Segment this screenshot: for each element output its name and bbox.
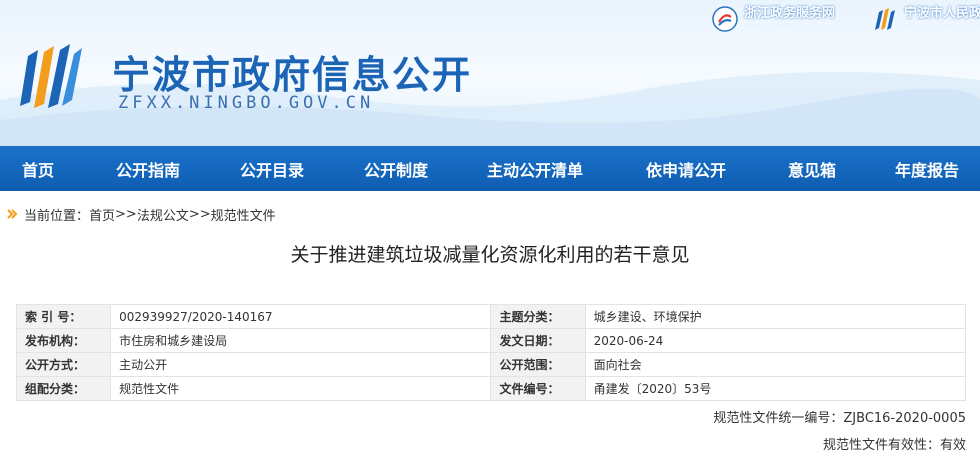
info-value: 面向社会: [584, 352, 967, 377]
ningbo-logo-icon: [20, 44, 82, 108]
site-banner: 宁波市政府信息公开 ZFXX.NINGBO.GOV.CN 浙江政务服务网 www…: [0, 0, 980, 146]
site-domain: ZFXX.NINGBO.GOV.CN: [118, 93, 375, 113]
nav-item-request[interactable]: 依申请公开: [646, 146, 726, 191]
breadcrumb-separator: >>: [188, 206, 211, 222]
info-value: 规范性文件: [110, 376, 492, 401]
zhejiang-service-logo-icon: [712, 6, 738, 32]
info-value: 2020-06-24: [584, 328, 967, 353]
table-row: 发布机构： 市住房和城乡建设局 发文日期： 2020-06-24: [15, 328, 967, 353]
ningbo-government-link[interactable]: 宁波市人民政府 www.ningbo.gov.cn: [872, 4, 980, 34]
breadcrumb-arrow-icon: [7, 209, 18, 219]
main-nav: 首页 公开指南 公开目录 公开制度 主动公开清单 依申请公开 意见箱 年度报告: [0, 146, 980, 191]
info-value: 主动公开: [110, 352, 492, 377]
breadcrumb-normative-docs[interactable]: 规范性文件: [211, 205, 276, 224]
nav-item-feedback[interactable]: 意见箱: [788, 146, 836, 191]
table-row: 公开方式： 主动公开 公开范围： 面向社会: [15, 352, 967, 377]
document-title: 关于推进建筑垃圾减量化资源化利用的若干意见: [290, 244, 690, 266]
zhejiang-service-url: www.zjzwfw.gov.cn: [744, 22, 820, 31]
nav-item-rules[interactable]: 公开制度: [364, 146, 428, 191]
nav-item-annual-report[interactable]: 年度报告: [895, 146, 959, 191]
nav-item-active-list[interactable]: 主动公开清单: [487, 146, 583, 191]
document-info-table: 索 引 号： 002939927/2020-140167 主题分类： 城乡建设、…: [15, 304, 967, 401]
breadcrumb-home[interactable]: 首页: [89, 205, 115, 224]
table-row: 索 引 号： 002939927/2020-140167 主题分类： 城乡建设、…: [15, 304, 967, 329]
site-title: 宁波市政府信息公开: [112, 53, 473, 97]
breadcrumb: 当前位置： 首页 >> 法规公文 >> 规范性文件: [6, 205, 276, 224]
info-label: 发文日期：: [490, 328, 586, 353]
nav-item-catalog[interactable]: 公开目录: [240, 146, 304, 191]
table-row: 组配分类： 规范性文件 文件编号： 甬建发〔2020〕53号: [15, 376, 967, 401]
breadcrumb-prefix: 当前位置：: [24, 208, 90, 224]
info-label: 公开方式：: [15, 352, 112, 377]
nav-item-home[interactable]: 首页: [22, 146, 54, 191]
info-label: 发布机构：: [15, 328, 112, 353]
validity-status: 规范性文件有效性：有效: [822, 438, 966, 453]
info-label: 主题分类：: [490, 304, 586, 329]
info-label: 组配分类：: [15, 376, 112, 401]
info-label: 公开范围：: [490, 352, 586, 377]
zhejiang-service-link[interactable]: 浙江政务服务网 www.zjzwfw.gov.cn: [712, 4, 835, 34]
info-value: 市住房和城乡建设局: [110, 328, 492, 353]
info-label: 文件编号：: [490, 376, 586, 401]
unified-code: 规范性文件统一编号：ZJBC16-2020-0005: [713, 411, 966, 426]
nav-item-guide[interactable]: 公开指南: [116, 146, 180, 191]
ningbo-government-url: www.ningbo.gov.cn: [904, 22, 980, 31]
ningbo-government-label: 宁波市人民政府: [904, 6, 980, 21]
info-value: 城乡建设、环境保护: [584, 304, 967, 329]
breadcrumb-regulations[interactable]: 法规公文: [137, 205, 189, 224]
info-value: 甬建发〔2020〕53号: [584, 376, 967, 401]
info-value: 002939927/2020-140167: [110, 304, 492, 329]
breadcrumb-separator: >>: [115, 206, 137, 222]
zhejiang-service-label: 浙江政务服务网: [744, 6, 836, 21]
info-label: 索 引 号：: [15, 304, 112, 329]
ningbo-government-logo-icon: [875, 8, 895, 30]
